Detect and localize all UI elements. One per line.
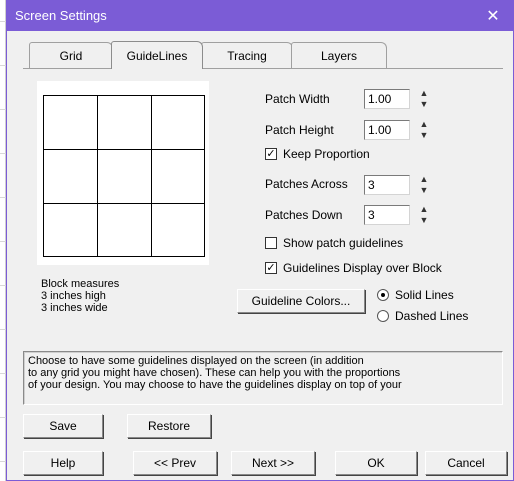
- block-measures-width: 3 inches wide: [41, 302, 108, 314]
- patches-down-input[interactable]: 3: [364, 205, 410, 225]
- keep-proportion-label: Keep Proportion: [283, 147, 370, 161]
- spin-up-icon[interactable]: ▲: [417, 88, 431, 99]
- tab-layers-label: Layers: [320, 48, 358, 63]
- radio-selected-icon[interactable]: [377, 289, 389, 301]
- dashed-lines-label: Dashed Lines: [395, 309, 469, 323]
- help-text-box[interactable]: Choose to have some guidelines displayed…: [23, 351, 503, 405]
- checkbox-checked-icon[interactable]: ✓: [265, 262, 277, 274]
- block-measures-title: Block measures: [41, 278, 120, 290]
- next-button[interactable]: Next >>: [231, 451, 315, 475]
- window-title: Screen Settings: [15, 8, 107, 23]
- spin-up-icon[interactable]: ▲: [417, 174, 431, 185]
- display-over-block-checkbox[interactable]: ✓ Guidelines Display over Block: [265, 261, 442, 275]
- cancel-button[interactable]: Cancel: [425, 451, 507, 475]
- tab-guidelines-label: GuideLines: [126, 48, 188, 63]
- dashed-lines-radio[interactable]: Dashed Lines: [377, 309, 468, 323]
- spin-down-icon[interactable]: ▼: [417, 130, 431, 141]
- patches-across-label: Patches Across: [265, 177, 348, 191]
- guidelines-panel: Block measures 3 inches high 3 inches wi…: [23, 68, 503, 338]
- restore-button[interactable]: Restore: [127, 414, 211, 438]
- patches-across-input[interactable]: 3: [364, 175, 410, 195]
- tab-guidelines[interactable]: GuideLines: [111, 41, 203, 69]
- show-patch-guidelines-checkbox[interactable]: Show patch guidelines: [265, 236, 403, 250]
- patches-down-label: Patches Down: [265, 208, 343, 222]
- patch-height-spinner[interactable]: ▲ ▼: [417, 119, 431, 141]
- title-bar: Screen Settings ✕: [7, 0, 513, 31]
- keep-proportion-checkbox[interactable]: ✓ Keep Proportion: [265, 147, 370, 161]
- save-button[interactable]: Save: [23, 414, 103, 438]
- block-preview: [37, 81, 209, 265]
- guideline-colors-button[interactable]: Guideline Colors...: [237, 289, 365, 313]
- radio-unselected-icon[interactable]: [377, 310, 389, 322]
- solid-lines-label: Solid Lines: [395, 288, 454, 302]
- spin-up-icon[interactable]: ▲: [417, 119, 431, 130]
- tab-tracing[interactable]: Tracing: [201, 42, 293, 68]
- patch-width-spinner[interactable]: ▲ ▼: [417, 88, 431, 110]
- solid-lines-radio[interactable]: Solid Lines: [377, 288, 454, 302]
- spin-down-icon[interactable]: ▼: [417, 215, 431, 226]
- tab-grid[interactable]: Grid: [29, 42, 113, 68]
- block-measures-height: 3 inches high: [41, 290, 106, 302]
- block-measures: Block measures 3 inches high 3 inches wi…: [41, 278, 119, 314]
- patch-height-input[interactable]: 1.00: [364, 120, 410, 140]
- patch-grid: [43, 95, 205, 257]
- patches-across-spinner[interactable]: ▲ ▼: [417, 174, 431, 196]
- patches-down-spinner[interactable]: ▲ ▼: [417, 204, 431, 226]
- close-icon[interactable]: ✕: [483, 6, 503, 26]
- spin-up-icon[interactable]: ▲: [417, 204, 431, 215]
- help-text-line: Choose to have some guidelines displayed…: [28, 355, 364, 367]
- ok-button[interactable]: OK: [335, 451, 417, 475]
- spin-down-icon[interactable]: ▼: [417, 99, 431, 110]
- show-patch-guidelines-label: Show patch guidelines: [283, 236, 404, 250]
- prev-button[interactable]: << Prev: [133, 451, 217, 475]
- patch-height-label: Patch Height: [265, 123, 334, 137]
- checkbox-unchecked-icon[interactable]: [265, 237, 277, 249]
- patch-width-label: Patch Width: [265, 92, 330, 106]
- tab-layers[interactable]: Layers: [291, 42, 387, 68]
- checkbox-checked-icon[interactable]: ✓: [265, 148, 277, 160]
- tab-tracing-label: Tracing: [227, 48, 267, 63]
- help-text-line: of your design. You may choose to have t…: [28, 379, 402, 391]
- patch-width-input[interactable]: 1.00: [364, 89, 410, 109]
- help-button[interactable]: Help: [23, 451, 103, 475]
- tab-grid-label: Grid: [59, 48, 83, 63]
- help-text-line: to any grid you might have chosen). Thes…: [28, 367, 401, 379]
- spin-down-icon[interactable]: ▼: [417, 185, 431, 196]
- display-over-block-label: Guidelines Display over Block: [283, 261, 442, 275]
- screen-settings-dialog: Screen Settings ✕ Grid GuideLines Tracin…: [6, 0, 514, 481]
